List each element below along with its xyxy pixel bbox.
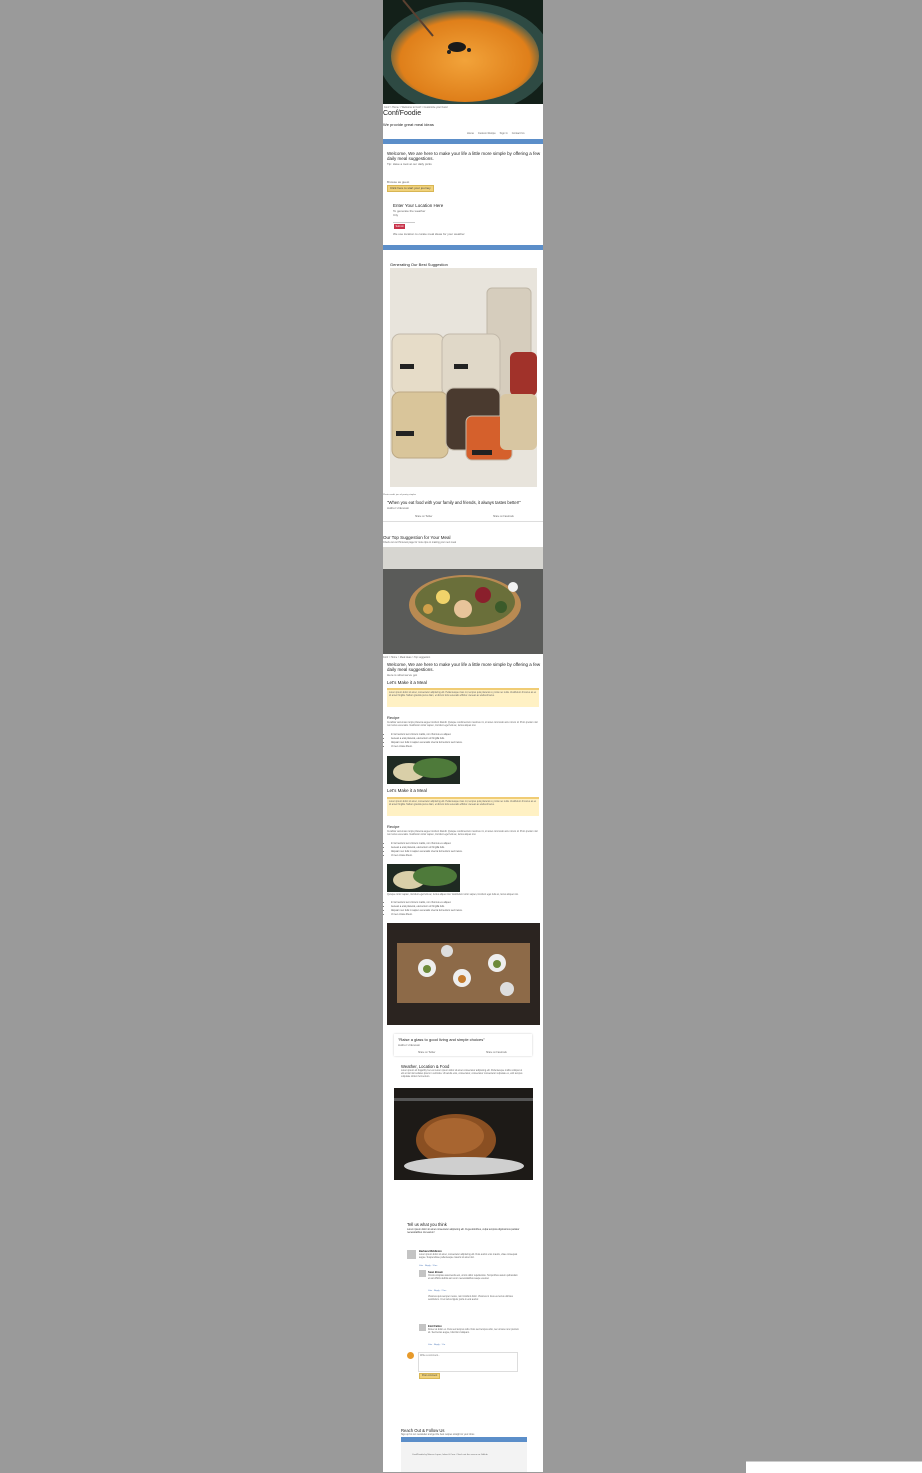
brand-title: Conf/Foodie <box>383 110 422 117</box>
share-twitter-link[interactable]: Share on Twitter <box>418 1051 435 1055</box>
location-submit-button[interactable]: Submit <box>394 224 405 229</box>
recipe-steps: In fermentum leo id lorem mattis, non rh… <box>383 733 463 749</box>
top-breadcrumb: Conf > Home > Meal ideas > Top suggestio… <box>383 656 431 659</box>
location-input[interactable] <box>393 218 415 223</box>
nav-home[interactable]: Home <box>467 132 474 136</box>
comment-text: Donec at dolor ex. Duis sed tempus odio.… <box>428 1329 519 1334</box>
section-divider <box>383 139 543 144</box>
top-suggestion-title: Our Top Suggestion for Your Meal <box>383 535 451 540</box>
recipe-title: Let's Make it a Meal <box>387 788 427 793</box>
guest-label: Browse as guest <box>387 180 410 184</box>
recipe-highlight: Lorem ipsum dolor sit amet, consectetur … <box>387 797 539 816</box>
weather-body: Lorem ipsum sit hogarthy her est Lorem i… <box>401 1070 523 1078</box>
location-title: Enter Your Location Here <box>393 203 444 208</box>
top-suggestion-subtitle: Check out our Pinterest page for more ti… <box>383 541 456 544</box>
share-twitter-link[interactable]: Share on Twitter <box>415 515 432 519</box>
quote-text: "When you eat food with your family and … <box>387 500 521 505</box>
tagline: We provide great meal ideas <box>383 122 434 127</box>
list-item: Ut nec ornare libero. <box>391 854 463 858</box>
city-label: City <box>393 213 399 217</box>
recipe-title: Let's Make it a Meal <box>387 680 427 685</box>
comment-text: Lorem ipsum dolor sit amet, consectetur … <box>419 1254 518 1259</box>
comment-author: Emil Fallon <box>428 1325 442 1328</box>
recipe-steps: In fermentum leo id lorem mattis, non rh… <box>383 842 463 858</box>
generating-title: Generating Our Best Suggestion <box>390 262 448 267</box>
recipe-body: Curabitur accumsan turpis pharetra augue… <box>387 831 538 836</box>
weather-title: Weather, Location & Food <box>401 1064 450 1069</box>
avatar <box>419 1270 426 1277</box>
platter-image <box>383 547 543 654</box>
pantry-jars-image <box>390 268 537 487</box>
recipe-after-steps: In fermentum leo id lorem mattis, non rh… <box>383 901 463 917</box>
main-nav: Home Custom Recipe Sign In Contact Us <box>467 132 525 136</box>
comment-text: Vivamus quis semper metus, non tincidunt… <box>428 1296 513 1301</box>
recipe-photo <box>387 756 460 784</box>
page: Conf > Home > Welcome to Conf > Customiz… <box>383 0 543 1472</box>
image-caption: Photo credit: jars of pantry staples <box>383 494 417 496</box>
comments-title: Tell us what you think <box>407 1222 447 1227</box>
location-note: We use location to curate meal ideas for… <box>393 232 465 236</box>
avatar <box>419 1324 426 1331</box>
recipe-photo <box>387 864 460 892</box>
quote-author: Author Unknown <box>398 1043 421 1047</box>
user-avatar <box>407 1352 414 1359</box>
recipe-heading: Recipe <box>387 824 400 829</box>
section-divider <box>383 245 543 250</box>
quote-author: Author Unknown <box>387 506 410 510</box>
nav-sign-in[interactable]: Sign In <box>500 132 508 136</box>
recipe-body: Curabitur accumsan turpis pharetra augue… <box>387 722 538 727</box>
recipe-highlight: Lorem ipsum dolor sit amet, consectetur … <box>387 688 539 707</box>
corner-panel <box>746 1461 922 1473</box>
footer-credit: Conf/Foodie by Marcos Lopes, Inbox & Car… <box>412 1454 489 1456</box>
footer-panel <box>401 1442 527 1472</box>
share-facebook-link[interactable]: Share on Facebook <box>486 1051 507 1055</box>
comment-author: Barbara Middleton <box>419 1250 442 1253</box>
roast-chicken-image <box>394 1088 533 1180</box>
welcome-meta-2: Here is what we've got <box>387 673 418 677</box>
recipe-heading: Recipe <box>387 715 400 720</box>
dinner-table-image <box>387 923 540 1025</box>
nav-custom-recipe[interactable]: Custom Recipe <box>478 132 496 136</box>
comment-actions[interactable]: Like · Reply · 3 hrs <box>419 1264 437 1268</box>
comment-actions[interactable]: Like · Reply · 2 hrs <box>428 1289 446 1293</box>
comments-subtitle: Lorem ipsum dolor sit amet consectetur a… <box>407 1228 520 1234</box>
list-item: Ut nec ornare libero. <box>391 913 463 917</box>
comment-text: Omnis voluptas assumenda est, omnis dolo… <box>428 1275 518 1280</box>
comment-author: Sean Brown <box>428 1271 443 1274</box>
welcome-title-2: Welcome, We are here to make your life a… <box>387 662 541 672</box>
list-item: Ut nec ornare libero. <box>391 745 463 749</box>
share-facebook-link[interactable]: Share on Facebook <box>493 515 514 519</box>
nav-contact[interactable]: Contact Us <box>512 132 525 136</box>
comment-textarea[interactable] <box>418 1352 518 1372</box>
recipe-after-body: Quisque tortor sapien, tincidunt eget fe… <box>387 894 519 896</box>
comment-actions[interactable]: Like · Reply · 1 hr <box>428 1343 445 1347</box>
quote-text: "Raise a glass to good living and simple… <box>398 1037 485 1042</box>
divider <box>383 521 543 522</box>
start-journey-button[interactable]: Click here to start your journey <box>387 185 434 192</box>
hero-soup-image <box>383 0 543 104</box>
welcome-title: Welcome, We are here to make your life a… <box>387 151 541 161</box>
welcome-meta: Tip: Have a look at our daily picks <box>387 162 432 166</box>
avatar <box>407 1250 416 1259</box>
post-comment-button[interactable]: Post comment <box>419 1373 441 1379</box>
